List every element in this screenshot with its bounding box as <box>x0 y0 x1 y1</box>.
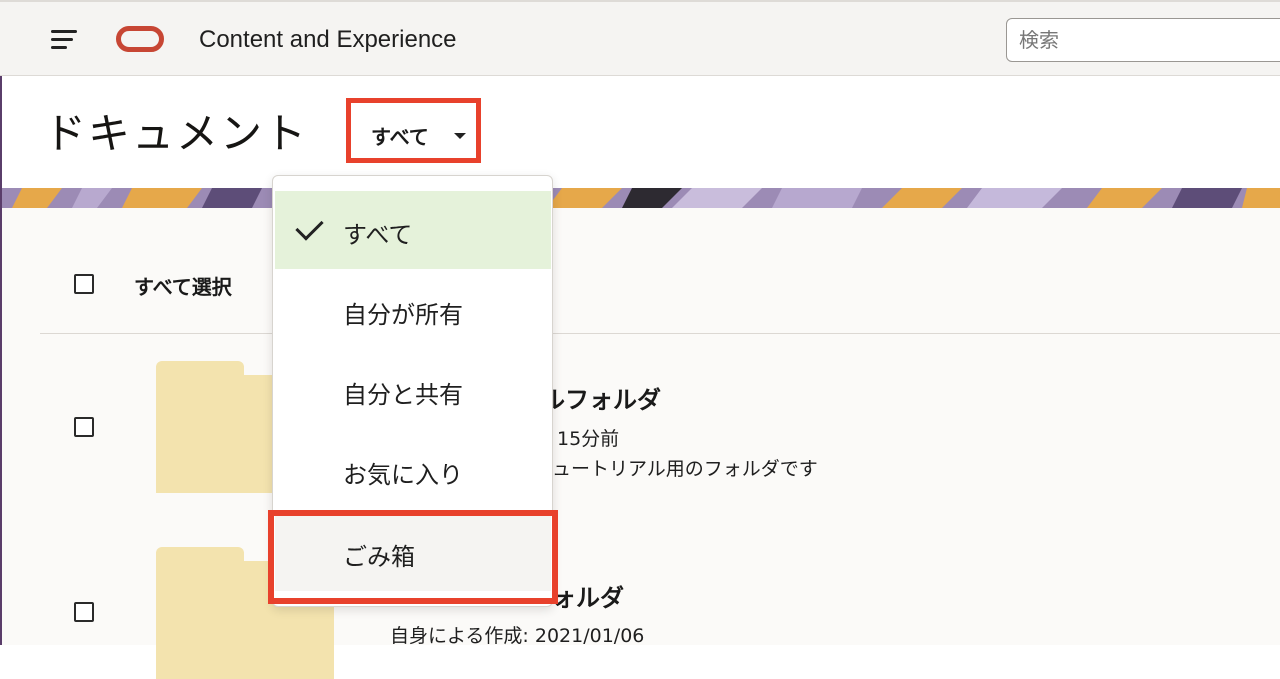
caret-down-icon <box>454 133 466 139</box>
filter-option-label: 自分が所有 <box>343 301 463 329</box>
item-name[interactable]: ルフォルダ <box>541 380 661 415</box>
checkmark-icon <box>295 212 324 241</box>
filter-option-label: ごみ箱 <box>343 543 415 571</box>
filter-option-all[interactable]: すべて <box>275 191 551 269</box>
item-checkbox[interactable] <box>74 602 94 622</box>
item-name[interactable]: ォルダ <box>552 578 624 613</box>
filter-option-label: 自分と共有 <box>343 381 463 409</box>
filter-menu: すべて 自分が所有 自分と共有 お気に入り ごみ箱 <box>272 175 553 607</box>
filter-option-label: すべて <box>343 221 413 249</box>
item-description: ュートリアル用のフォルダです <box>552 458 818 480</box>
page-title: ドキュメント <box>44 109 309 158</box>
filter-dropdown-button[interactable]: すべて <box>346 98 481 163</box>
filter-option-shared[interactable]: 自分と共有 <box>275 351 551 429</box>
item-created: 自身による作成: 2021/01/06 <box>390 625 645 647</box>
select-all-label: すべて選択 <box>134 275 232 299</box>
decorative-banner <box>2 188 1280 208</box>
item-checkbox[interactable] <box>74 417 94 437</box>
item-modified: 15分前 <box>557 428 620 450</box>
filter-selected-label: すべて <box>371 125 429 149</box>
search-input[interactable] <box>1006 18 1280 62</box>
filter-option-label: お気に入り <box>343 461 463 489</box>
filter-option-trash[interactable]: ごみ箱 <box>275 513 551 591</box>
oracle-logo <box>116 26 164 52</box>
filter-option-owned[interactable]: 自分が所有 <box>275 271 551 349</box>
list-divider <box>40 333 1280 334</box>
app-header: Content and Experience <box>0 0 1280 76</box>
app-title: Content and Experience <box>199 26 457 53</box>
menu-icon[interactable] <box>51 30 77 50</box>
filter-option-favorites[interactable]: お気に入り <box>275 431 551 509</box>
select-all-checkbox[interactable] <box>74 274 94 294</box>
